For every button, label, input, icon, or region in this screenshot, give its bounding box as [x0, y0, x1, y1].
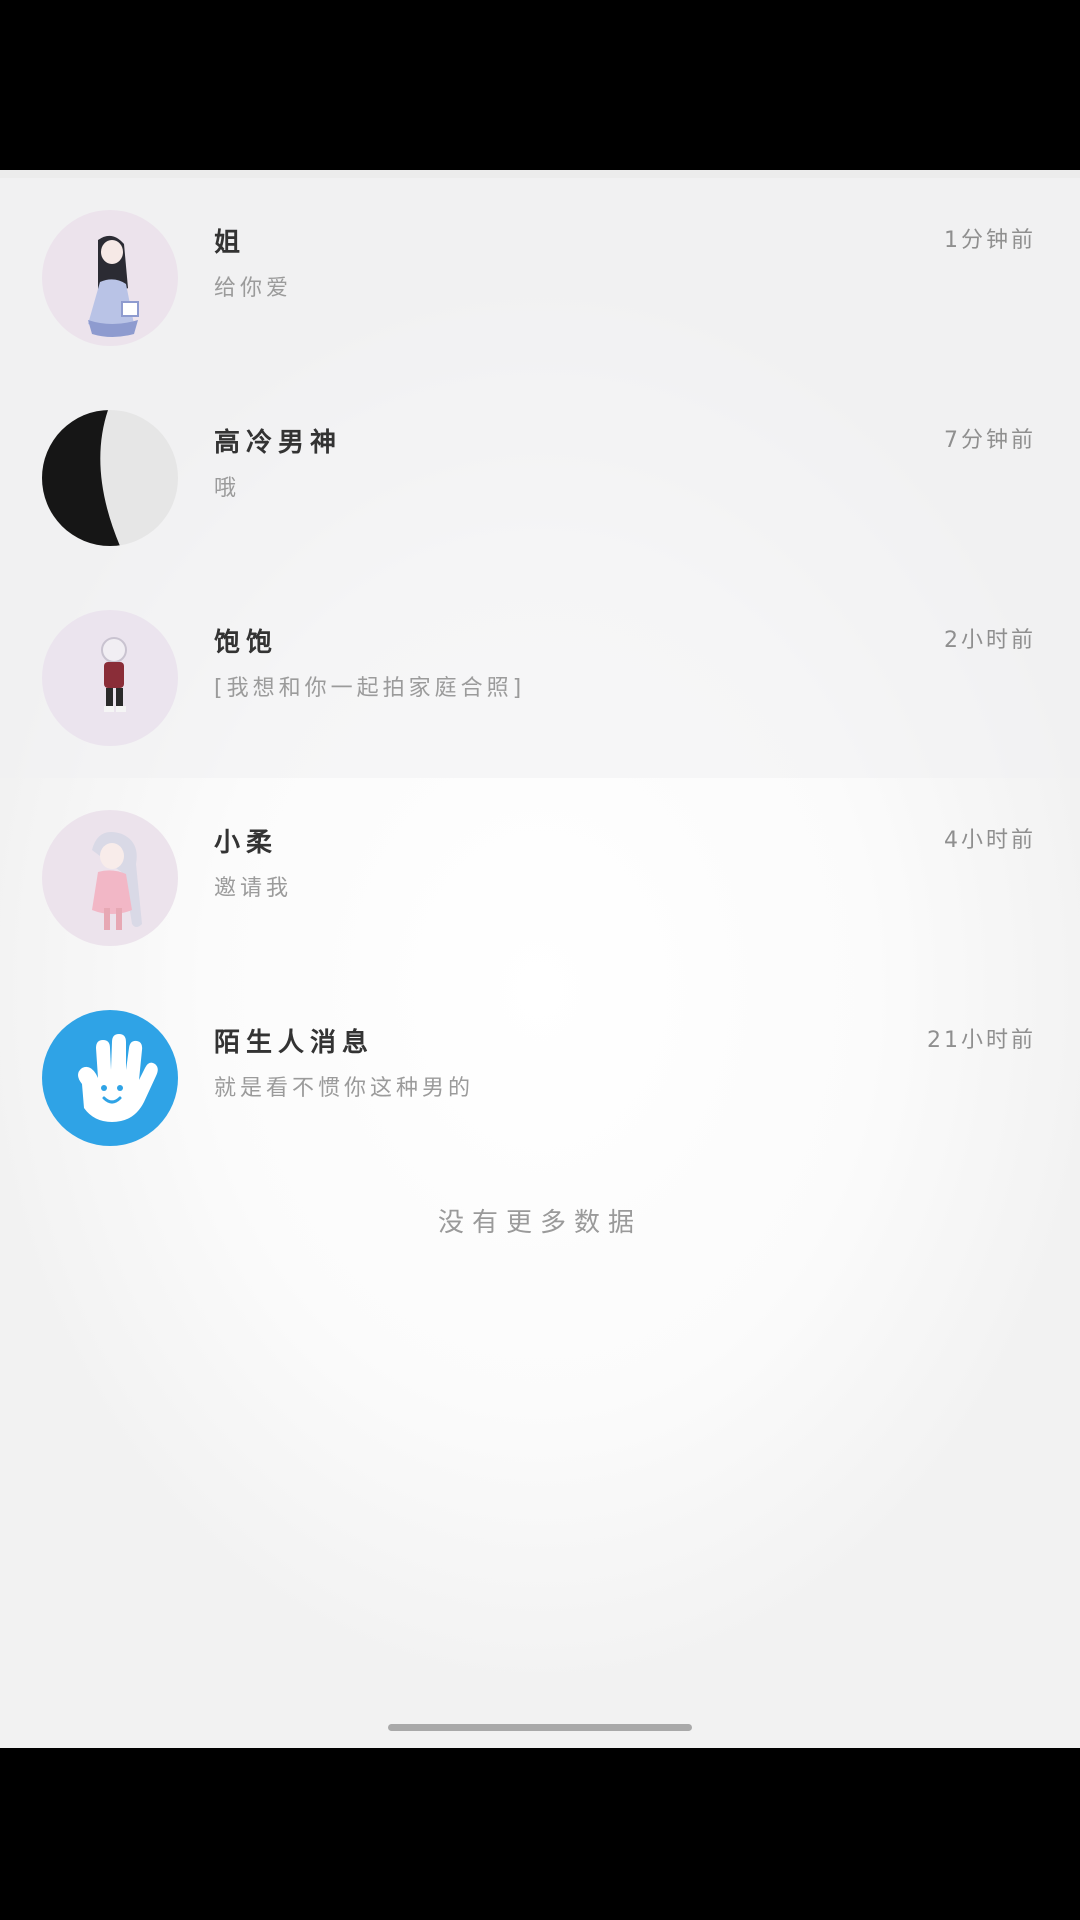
message-time: 1分钟前: [944, 228, 1036, 253]
avatar[interactable]: [42, 210, 178, 346]
message-time: 4小时前: [944, 828, 1036, 853]
home-indicator[interactable]: [388, 1724, 692, 1731]
avatar[interactable]: [42, 1010, 178, 1146]
conversation-item[interactable]: 饱饱 [我想和你一起拍家庭合照] 2小时前: [0, 570, 1080, 770]
message-preview: 邀请我: [214, 876, 293, 901]
contact-name: 姐: [214, 228, 247, 258]
contact-name: 饱饱: [214, 628, 279, 658]
anime-chibi-avatar-icon: [42, 610, 178, 746]
message-preview: 哦: [214, 476, 241, 501]
contact-name: 陌生人消息: [214, 1028, 375, 1058]
conversation-item[interactable]: 姐 给你爱 1分钟前: [0, 170, 1080, 370]
message-preview: 给你爱: [214, 276, 293, 301]
message-preview: [我想和你一起拍家庭合照]: [214, 676, 526, 701]
message-list-screen: 姐 给你爱 1分钟前 高冷男神 哦 7分钟前 饱饱 [我想和你一起拍家庭合照] …: [0, 170, 1080, 1748]
anime-twintail-avatar-icon: [42, 810, 178, 946]
anime-girl-avatar-icon: [42, 210, 178, 346]
avatar[interactable]: [42, 410, 178, 546]
contact-name: 高冷男神: [214, 428, 343, 458]
conversation-item[interactable]: 陌生人消息 就是看不惯你这种男的 21小时前: [0, 970, 1080, 1170]
black-white-avatar-icon: [42, 410, 178, 546]
conversation-item[interactable]: 小柔 邀请我 4小时前: [0, 770, 1080, 970]
message-preview: 就是看不惯你这种男的: [214, 1076, 475, 1101]
conversation-item[interactable]: 高冷男神 哦 7分钟前: [0, 370, 1080, 570]
message-time: 7分钟前: [944, 428, 1036, 453]
contact-name: 小柔: [214, 828, 279, 858]
message-time: 2小时前: [944, 628, 1036, 653]
message-time: 21小时前: [927, 1028, 1036, 1053]
avatar[interactable]: [42, 810, 178, 946]
waving-hand-icon: [42, 1010, 178, 1146]
avatar[interactable]: [42, 610, 178, 746]
no-more-data-label: 没有更多数据: [437, 1208, 642, 1238]
